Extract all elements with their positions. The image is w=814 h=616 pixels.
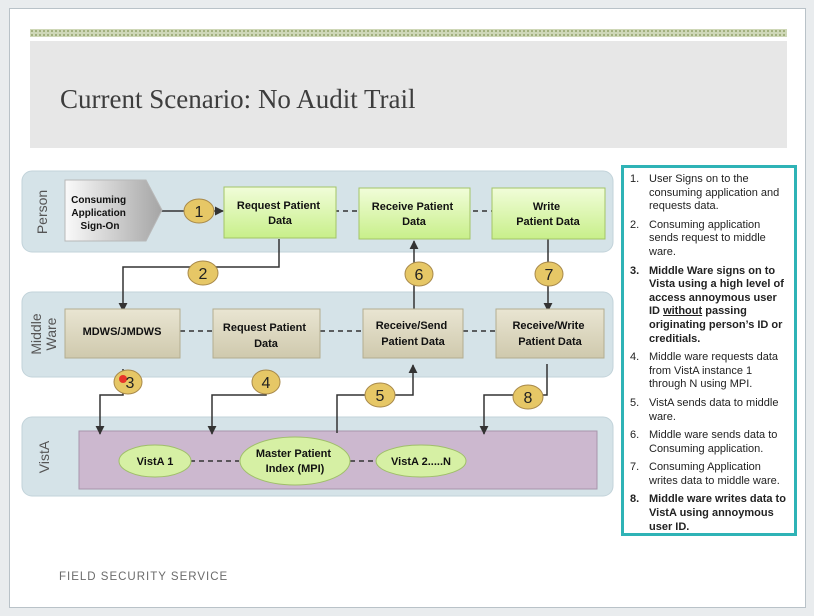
mpi-line1: Master Patient (256, 448, 332, 460)
note-text: Middle ware requests data from VistA ins… (649, 351, 779, 391)
write-patient-data-line1: Write (533, 201, 560, 213)
step-1-label: 1 (195, 204, 204, 221)
note-number: 3. (630, 264, 640, 277)
note-text: VistA sends data to middle ware. (649, 396, 779, 423)
receive-send-line1: Receive/Send (376, 320, 448, 332)
note-text: Middle ware writes data to VistA using a… (649, 493, 786, 533)
note-number: 7. (630, 461, 640, 474)
step-1-marker: 1 (183, 198, 215, 224)
step-7-marker: 7 (534, 261, 564, 287)
receive-write-line1: Receive/Write (512, 320, 584, 332)
request-patient-data-box (223, 186, 337, 239)
footer-text: FIELD SECURITY SERVICE (59, 571, 229, 583)
step-8-marker: 8 (512, 384, 544, 410)
note-text: Middle Ware signs on to Vista using a hi… (649, 264, 784, 345)
step-6-label: 6 (415, 267, 424, 284)
note-text: Middle ware sends data to Consuming appl… (649, 429, 778, 455)
request-patient-data-mw-line1: Request Patient (223, 322, 306, 334)
note-number: 8. (630, 493, 640, 506)
note-item: 4. Middle ware requests data from VistA i… (630, 351, 788, 392)
lane-label-vista: VistA (36, 440, 52, 473)
note-number: 4. (630, 351, 640, 364)
note-item: 6. Middle ware sends data to Consuming ap… (630, 429, 788, 456)
slide: Current Scenario: No Audit Trail Person (9, 8, 806, 608)
receive-send-line2: Patient Data (381, 336, 445, 348)
receive-write-box (495, 308, 605, 359)
step-4-label: 4 (262, 375, 271, 392)
notes-list: 1. User Signs on to the consuming applica… (630, 173, 788, 534)
request-patient-data-mw-line2: Data (254, 338, 279, 350)
consuming-app-line3: Sign-On (81, 221, 120, 232)
lane-label-middle: Middle (28, 313, 44, 354)
step-4-marker: 4 (251, 369, 281, 395)
note-text: Consuming Application writes data to mid… (649, 461, 780, 487)
step-3-label: 3 (126, 375, 135, 392)
note-number: 5. (630, 396, 640, 409)
note-number: 1. (630, 173, 640, 185)
lane-label-ware: Ware (43, 317, 59, 350)
mpi-ellipse (239, 436, 351, 486)
consuming-app-line1: Consuming (71, 195, 126, 206)
lane-label-person: Person (34, 190, 50, 234)
receive-write-line2: Patient Data (518, 336, 582, 348)
step-3-marker: 3 (113, 369, 143, 395)
step-7-label: 7 (545, 267, 554, 284)
consuming-app-line2: Application (71, 208, 125, 219)
write-patient-data-line2: Patient Data (516, 216, 580, 228)
receive-send-box (362, 308, 464, 359)
receive-patient-data-line1: Receive Patient (372, 201, 454, 213)
write-patient-data-box (491, 187, 606, 240)
step-2-label: 2 (199, 266, 208, 283)
note-item: 5. VistA sends data to middle ware. (630, 397, 788, 424)
note-item: 1. User Signs on to the consuming applica… (630, 173, 788, 214)
mdws-label: MDWS/JMDWS (83, 326, 162, 338)
note-item: 2. Consuming application sends request to… (630, 219, 788, 260)
vista1-label: VistA 1 (137, 456, 174, 468)
receive-patient-data-box (358, 187, 471, 240)
request-patient-data-line1: Request Patient (237, 200, 320, 212)
notes-panel: 1. User Signs on to the consuming applica… (621, 165, 797, 536)
note-item: 7. Consuming Application writes data to m… (630, 461, 788, 488)
request-patient-data-line2: Data (268, 215, 293, 227)
step-5-marker: 5 (364, 382, 396, 408)
note-number: 2. (630, 218, 640, 231)
step-6-marker: 6 (404, 261, 434, 287)
mpi-line2: Index (MPI) (266, 463, 325, 475)
note-number: 6. (630, 429, 640, 442)
note-text: Consuming application sends request to m… (649, 218, 766, 258)
step-8-label: 8 (524, 390, 533, 407)
note-item: 3. Middle Ware signs on to Vista using a … (630, 265, 788, 347)
receive-patient-data-line2: Data (402, 216, 427, 228)
note-item: 8. Middle ware writes data to VistA using… (630, 493, 788, 534)
step-2-marker: 2 (187, 260, 219, 286)
step-5-label: 5 (376, 388, 385, 405)
note-text: User Signs on to the consuming applicati… (649, 173, 780, 213)
vista2n-label: VistA 2.....N (391, 456, 451, 468)
